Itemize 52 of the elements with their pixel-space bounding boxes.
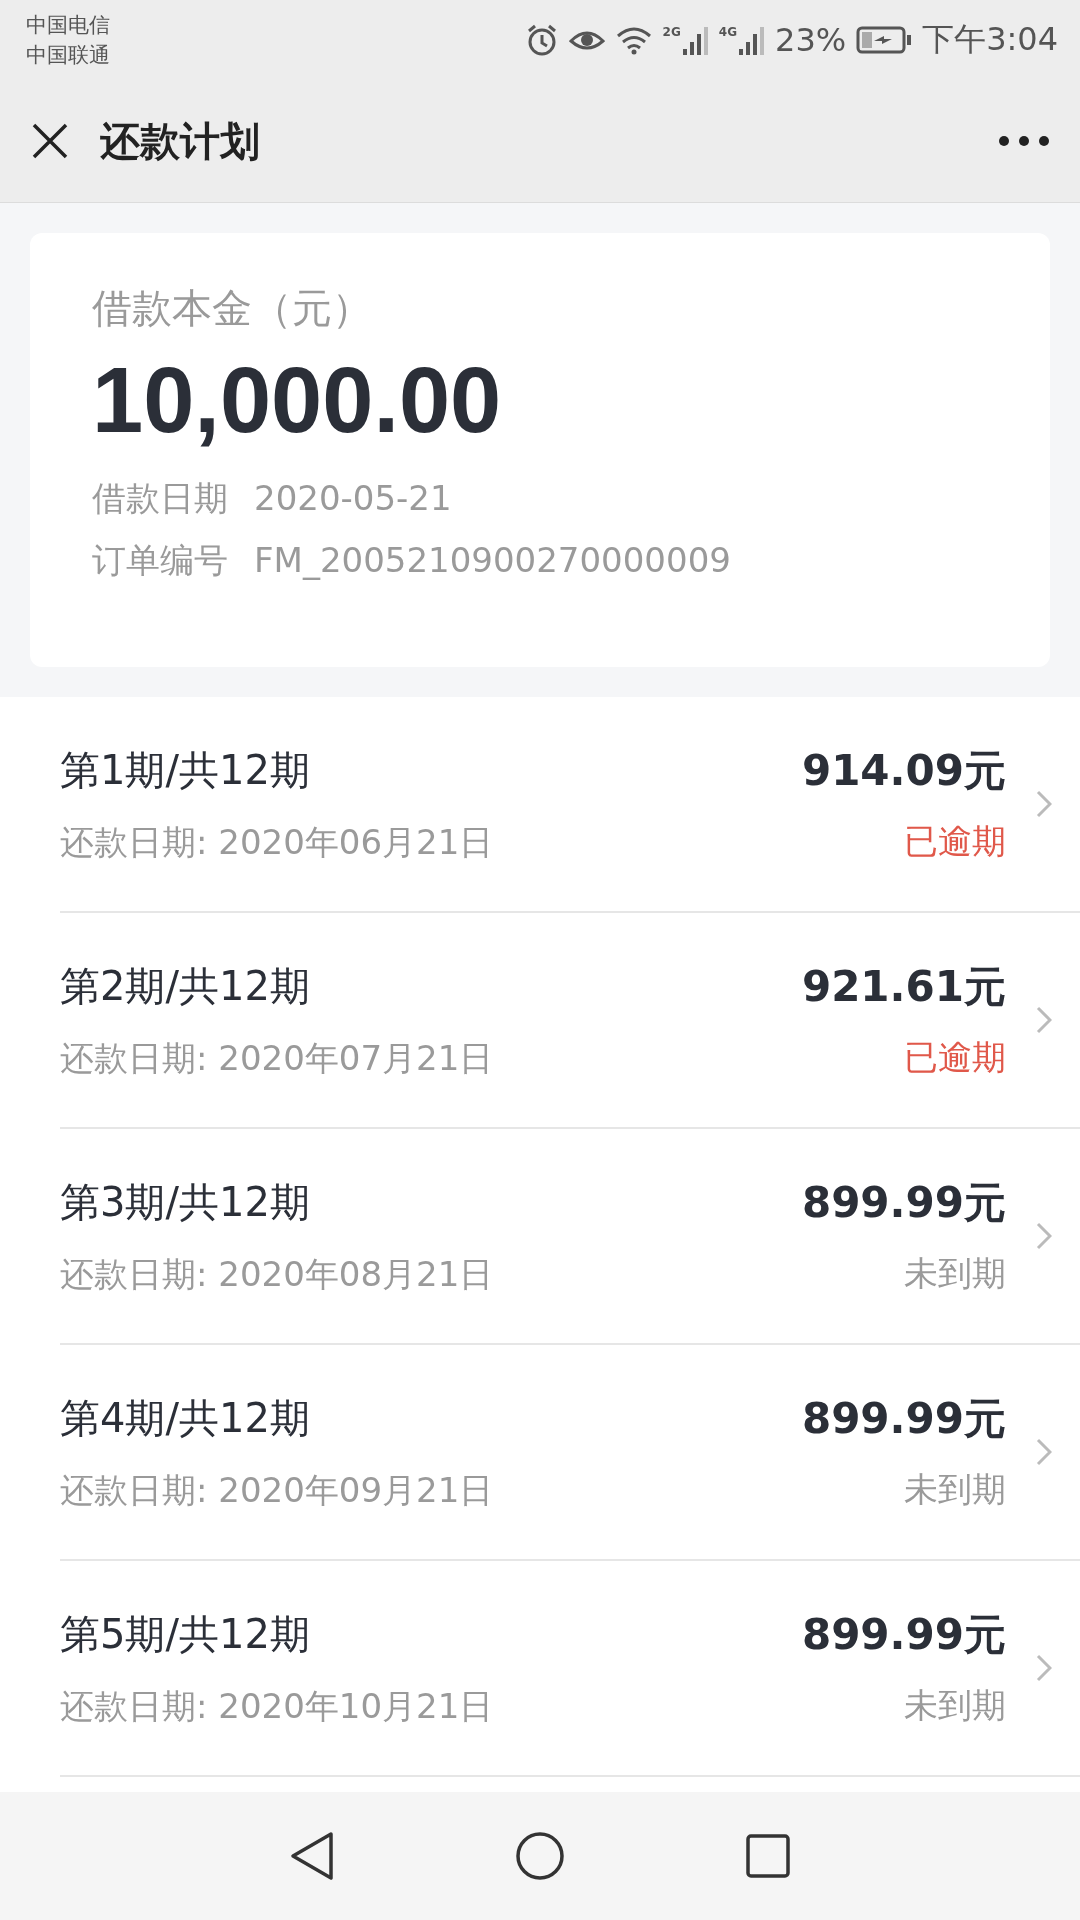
due-date: 还款日期: 2020年07月21日	[60, 1036, 495, 1080]
installment-status: 未到期	[904, 1252, 1006, 1295]
installment-status: 未到期	[904, 1684, 1006, 1727]
carrier-name: 中国电信	[26, 12, 110, 38]
installment-amount: 914.09元	[801, 745, 1006, 797]
back-icon[interactable]	[289, 1831, 335, 1881]
chevron-right-icon	[1036, 1654, 1052, 1682]
due-date: 还款日期: 2020年09月21日	[60, 1468, 495, 1512]
chevron-right-icon	[1036, 1438, 1052, 1466]
close-icon[interactable]	[30, 121, 70, 161]
clock-time: 下午3:04	[922, 19, 1058, 60]
detail-label: 订单编号	[92, 539, 228, 582]
chevron-right-icon	[1036, 1222, 1052, 1250]
signal-icon	[682, 25, 709, 55]
detail-label: 借款日期	[92, 477, 228, 520]
installment-amount: 899.99元	[801, 1609, 1006, 1661]
carrier-name: 中国联通	[26, 42, 110, 68]
signal-icon	[739, 25, 765, 55]
due-date: 还款日期: 2020年08月21日	[60, 1252, 495, 1296]
principal-label: 借款本金（元）	[92, 284, 373, 333]
installment-amount: 899.99元	[801, 1393, 1006, 1445]
page-title: 还款计划	[100, 116, 261, 166]
installment-title: 第2期/共12期	[60, 961, 311, 1011]
installment-title: 第5期/共12期	[60, 1609, 311, 1659]
installment-amount: 899.99元	[801, 1177, 1006, 1229]
network-label: 4G	[718, 25, 737, 39]
due-date: 还款日期: 2020年06月21日	[60, 820, 495, 864]
recents-icon[interactable]	[745, 1833, 791, 1879]
home-icon[interactable]	[515, 1831, 565, 1881]
chevron-right-icon	[1036, 1006, 1052, 1034]
installment-amount: 921.61元	[801, 961, 1006, 1013]
installment-row[interactable]: 第4期/共12期 还款日期: 2020年09月21日 899.99元 未到期	[60, 1345, 1080, 1561]
installment-status: 未到期	[904, 1468, 1006, 1511]
detail-value: 2020-05-21	[254, 477, 452, 520]
network-label: 2G	[662, 25, 681, 39]
wifi-icon	[614, 25, 653, 55]
more-icon[interactable]	[998, 135, 1050, 147]
installment-row[interactable]: 第3期/共12期 还款日期: 2020年08月21日 899.99元 未到期	[60, 1129, 1080, 1345]
installment-status: 已逾期	[904, 1036, 1006, 1079]
due-date: 还款日期: 2020年10月21日	[60, 1684, 495, 1728]
installment-title: 第1期/共12期	[60, 745, 311, 795]
detail-value: FM_2005210900270000009	[254, 539, 731, 582]
installment-title: 第4期/共12期	[60, 1393, 311, 1443]
chevron-right-icon	[1036, 790, 1052, 818]
installment-title: 第3期/共12期	[60, 1177, 311, 1227]
battery-percent: 23%	[775, 21, 847, 59]
installment-row[interactable]: 第2期/共12期 还款日期: 2020年07月21日 921.61元 已逾期	[60, 913, 1080, 1129]
installment-row[interactable]: 第5期/共12期 还款日期: 2020年10月21日 899.99元 未到期	[60, 1561, 1080, 1777]
principal-amount: 10,000.00	[92, 348, 503, 453]
installment-row[interactable]: 第1期/共12期 还款日期: 2020年06月21日 914.09元 已逾期	[60, 697, 1080, 913]
installment-status: 已逾期	[904, 820, 1006, 863]
battery-charging-icon	[856, 25, 913, 55]
